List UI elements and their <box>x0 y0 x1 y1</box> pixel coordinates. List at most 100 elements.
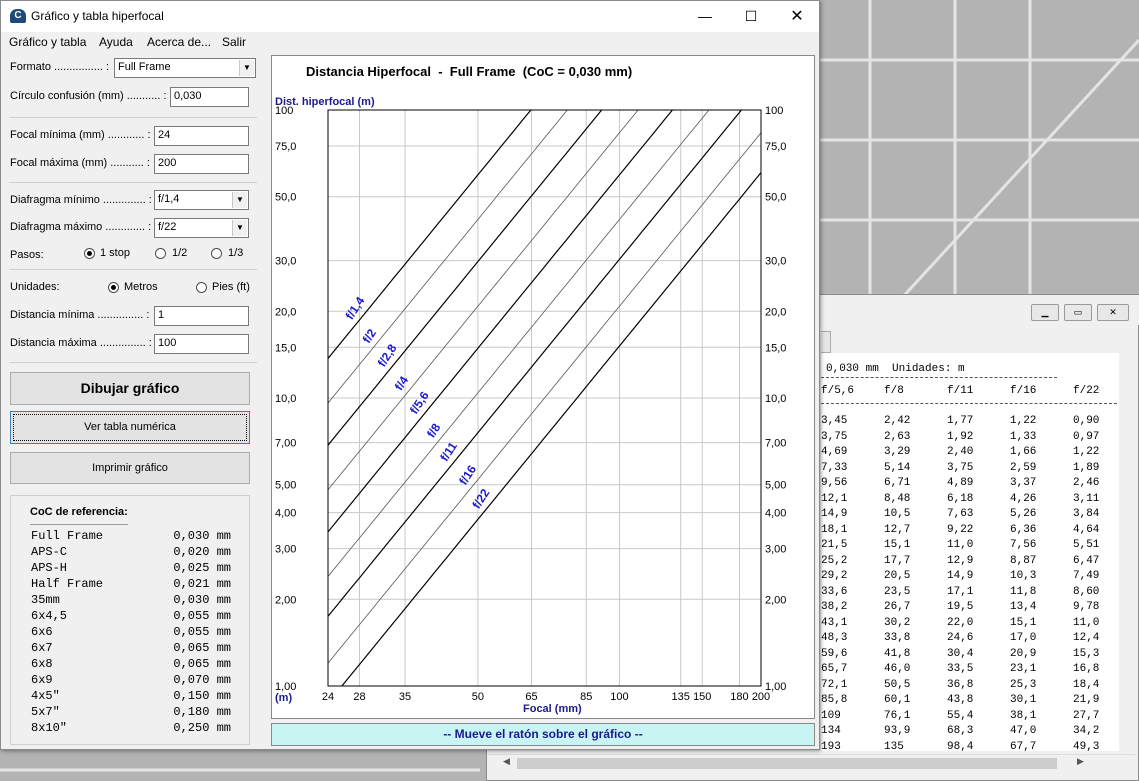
table-row: 43,1 30,2 22,0 15,1 11,0 <box>821 617 1134 631</box>
focal-min-input[interactable]: 24 <box>154 126 249 146</box>
minimize-icon[interactable]: ▁ <box>1031 304 1059 321</box>
diaf-max-select[interactable]: f/22 ▼ <box>154 218 249 238</box>
diaf-max-label: Diafragma máximo ............. : <box>10 221 152 233</box>
dist-max-input[interactable]: 100 <box>154 334 249 354</box>
table-cell: 27,7 <box>1073 709 1100 722</box>
table-cell: 5,26 <box>1010 508 1037 520</box>
y-tick-label-left: 3,00 <box>275 544 296 556</box>
vertical-scrollbar[interactable] <box>1119 353 1135 751</box>
series-label: f/4 <box>392 373 412 393</box>
table-row: 18,1 12,7 9,22 6,36 4,64 <box>821 524 1134 538</box>
coc-row-value: 0,150 mm <box>173 689 231 703</box>
table-cell: 5,51 <box>1073 539 1100 551</box>
coc-row: 6x6 0,055 mm <box>31 625 231 641</box>
view-table-button[interactable]: Ver tabla numérica <box>10 411 250 444</box>
table-row: 65,7 46,0 33,5 23,1 16,8 <box>821 663 1134 677</box>
menu-salir[interactable]: Salir <box>222 35 246 49</box>
restore-icon[interactable]: ▭ <box>1064 304 1092 321</box>
table-cell: 14,9 <box>947 570 974 582</box>
formato-value: Full Frame <box>118 61 171 73</box>
table-cell: 48,3 <box>821 632 848 644</box>
scrollbar-thumb[interactable] <box>517 758 1057 769</box>
coc-row-name: 6x9 <box>31 673 53 687</box>
table-row: 85,8 60,1 43,8 30,1 21,9 <box>821 694 1134 708</box>
chevron-down-icon[interactable]: ▼ <box>239 60 254 76</box>
print-chart-button[interactable]: Imprimir gráfico <box>10 452 250 484</box>
minimize-icon[interactable]: — <box>682 1 728 32</box>
chevron-down-icon[interactable]: ▼ <box>232 220 247 236</box>
y-tick-label-left: 100 <box>275 105 293 117</box>
table-cell: 2,46 <box>1073 477 1100 489</box>
formato-select[interactable]: Full Frame ▼ <box>114 58 256 78</box>
close-icon[interactable]: ✕ <box>774 1 819 32</box>
table-cell: 36,8 <box>947 678 974 691</box>
table-text-area[interactable]: 0,030 mm Unidades: m f/5,6 f/8 f/11 f/16 f/2… <box>821 353 1134 751</box>
series-line <box>328 110 674 533</box>
table-cell: 1,22 <box>1073 446 1100 458</box>
coc-row-value: 0,070 mm <box>173 673 231 687</box>
coc-row: APS-H 0,025 mm <box>31 561 231 577</box>
y-tick-label-left: 5,00 <box>275 480 296 492</box>
x-tick-label: 65 <box>525 691 537 703</box>
table-cell: 22,0 <box>947 616 974 629</box>
diaf-max-value: f/22 <box>158 221 177 233</box>
radio-1-3[interactable] <box>211 248 222 259</box>
table-cell: 18,1 <box>821 523 848 536</box>
chart-series <box>328 110 761 686</box>
maximize-icon[interactable]: ☐ <box>728 1 774 32</box>
table-cell: 0,90 <box>1073 415 1100 427</box>
radio-1-stop[interactable] <box>84 248 95 259</box>
table-cell: 93,9 <box>884 725 911 737</box>
divider <box>30 524 128 525</box>
table-cell: 59,6 <box>821 647 848 660</box>
scroll-right-icon[interactable]: ▶ <box>1077 756 1084 767</box>
table-cell: 60,1 <box>884 694 911 706</box>
table-window-button[interactable] <box>821 331 831 353</box>
coc-row: Full Frame 0,030 mm <box>31 529 231 545</box>
menu-ayuda[interactable]: Ayuda <box>99 35 133 49</box>
coc-row: APS-C 0,020 mm <box>31 545 231 561</box>
table-cell: 2,63 <box>884 430 911 443</box>
table-row: 38,2 26,7 19,5 13,4 9,78 <box>821 601 1134 615</box>
titlebar: C Gráfico y tabla hiperfocal — ☐ ✕ <box>1 1 819 32</box>
table-cell: 6,18 <box>947 492 974 505</box>
diaf-min-select[interactable]: f/1,4 ▼ <box>154 190 249 210</box>
table-cell: 0,97 <box>1073 430 1100 443</box>
series-label: f/2 <box>360 326 380 346</box>
hyperfocal-chart[interactable]: Distancia Hiperfocal - Full Frame (CoC =… <box>272 56 814 718</box>
series-label: f/22 <box>469 486 492 511</box>
table-cell: 47,0 <box>1010 725 1037 737</box>
table-cell: 68,3 <box>947 725 974 737</box>
x-tick-label: 35 <box>399 691 411 703</box>
draw-chart-button[interactable]: Dibujar gráfico <box>10 372 250 405</box>
dist-min-input[interactable]: 1 <box>154 306 249 326</box>
radio-1-2[interactable] <box>155 248 166 259</box>
x-tick-label: 24 <box>322 691 334 703</box>
coc-row-name: 6x4,5 <box>31 609 68 623</box>
menu-grafico-tabla[interactable]: Gráfico y tabla <box>9 35 86 49</box>
close-icon[interactable]: ✕ <box>1097 304 1129 321</box>
menu-acerca-de[interactable]: Acerca de... <box>147 35 211 49</box>
table-cell: 3,84 <box>1073 508 1100 520</box>
horizontal-scrollbar[interactable]: ◀ ▶ <box>487 754 1135 771</box>
focal-max-input[interactable]: 200 <box>154 154 249 174</box>
y-unit-label: (m) <box>275 692 292 704</box>
table-cell: 55,4 <box>947 709 974 722</box>
table-cell: 1,92 <box>947 430 974 443</box>
radio-pies[interactable] <box>196 282 207 293</box>
coc-row-name: 6x6 <box>31 625 53 639</box>
radio-metros[interactable] <box>108 282 119 293</box>
y-tick-label-left: 30,0 <box>275 256 296 268</box>
app-logo-icon: C <box>10 9 26 23</box>
chart-title: Distancia Hiperfocal - Full Frame (CoC =… <box>306 64 632 79</box>
scroll-left-icon[interactable]: ◀ <box>503 756 510 767</box>
coc-row-value: 0,250 mm <box>173 721 231 735</box>
table-cell: 15,3 <box>1073 647 1100 660</box>
table-cell: 19,5 <box>947 601 974 613</box>
table-cell: 3,75 <box>947 461 974 474</box>
table-cell: 3,11 <box>1073 492 1100 505</box>
chevron-down-icon[interactable]: ▼ <box>232 192 247 208</box>
coc-input[interactable]: 0,030 <box>170 87 249 107</box>
chart-panel[interactable]: Distancia Hiperfocal - Full Frame (CoC =… <box>271 55 815 719</box>
radio-1-3-label: 1/3 <box>228 247 244 259</box>
